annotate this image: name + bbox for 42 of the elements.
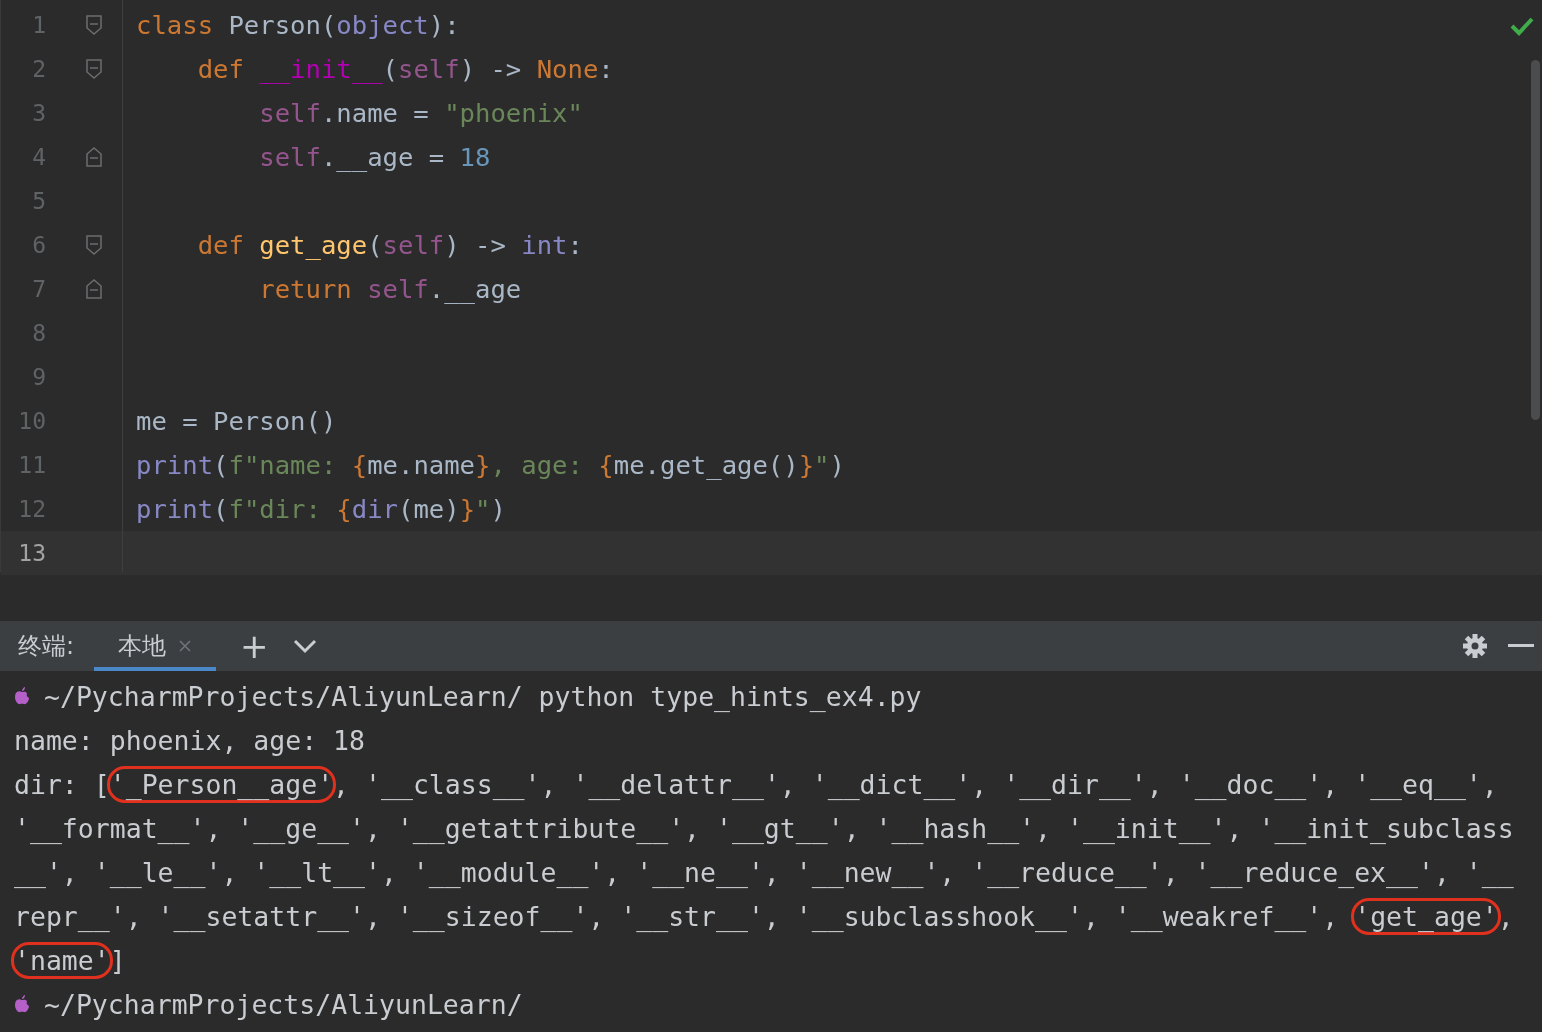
code-line: def __init__(self) -> None: xyxy=(196,54,614,84)
terminal-output: '__format__', '__ge__', '__getattribute__', '__gt__', '__hash__', '__init__', '__init_subclass xyxy=(14,812,1514,844)
code-line: return self.__age xyxy=(258,274,522,304)
fold-icon[interactable] xyxy=(86,59,102,79)
code-line: def get_age(self) -> int: xyxy=(196,230,583,260)
fold-icon[interactable] xyxy=(86,15,102,35)
terminal-output: dir: ['_Person__age', '__class__', '__delattr__', '__dict__', '__dir__', '__doc__', '__eq__', xyxy=(14,768,1498,800)
terminal-output: name: phoenix, age: 18 xyxy=(14,724,365,756)
line-number: 4 xyxy=(31,144,46,170)
terminal-output: repr__', '__setattr__', '__sizeof__', '__str__', '__subclasshook__', '__weakref__', 'get_age', xyxy=(14,900,1514,932)
line-number: 3 xyxy=(31,100,46,126)
line-number: 6 xyxy=(31,232,46,258)
code-line: print(f"name: {me.name}, age: {me.get_age()}") xyxy=(136,450,845,480)
fold-icon[interactable] xyxy=(86,235,102,255)
code-line: class Person(object): xyxy=(136,10,460,40)
minimize-icon[interactable] xyxy=(1508,644,1534,648)
line-number: 1 xyxy=(31,12,46,38)
scrollbar[interactable] xyxy=(1531,60,1540,420)
line-number: 9 xyxy=(31,364,46,390)
chevron-down-icon[interactable] xyxy=(292,638,317,654)
terminal-prompt: ~/PycharmProjects/AliyunLearn/ xyxy=(44,988,523,1020)
line-number: 13 xyxy=(17,540,46,566)
fold-icon[interactable] xyxy=(86,279,102,299)
line-number: 11 xyxy=(17,452,46,478)
line-number: 10 xyxy=(17,408,46,434)
fold-icon[interactable] xyxy=(86,147,102,167)
code-line: self.__age = 18 xyxy=(258,142,491,172)
line-number: 8 xyxy=(31,320,46,346)
terminal-prompt: ~/PycharmProjects/AliyunLearn/ python type_hints_ex4.py xyxy=(44,680,922,712)
add-tab-button[interactable]: + xyxy=(236,626,273,666)
code-line: me = Person() xyxy=(136,406,337,436)
terminal-output: __', '__le__', '__lt__', '__module__', '__ne__', '__new__', '__reduce__', '__reduce_ex__', '__ xyxy=(14,856,1514,888)
line-number: 2 xyxy=(31,56,46,82)
line-number: 7 xyxy=(31,276,46,302)
line-number: 5 xyxy=(31,188,46,214)
line-number: 12 xyxy=(17,496,46,522)
apple-icon xyxy=(14,995,30,1013)
panel-title: 终端: xyxy=(18,631,75,662)
apple-icon xyxy=(14,687,30,705)
close-icon[interactable] xyxy=(178,639,193,653)
code-line: print(f"dir: {dir(me)}") xyxy=(136,494,506,524)
code-line: self.name = "phoenix" xyxy=(258,98,583,128)
